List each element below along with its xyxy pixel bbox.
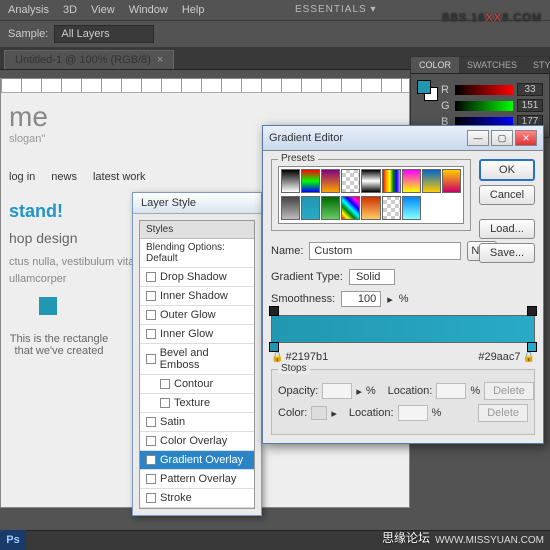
color-location-input [398,405,428,421]
lock-icon: 🔒 [523,352,535,363]
g-value[interactable]: 151 [517,99,543,112]
style-pattern-overlay[interactable]: Pattern Overlay [140,470,254,489]
document-tab[interactable]: Untitled-1 @ 100% (RGB/8)× [4,50,174,69]
menu-window[interactable]: Window [129,4,168,16]
load-button[interactable]: Load... [479,219,535,239]
r-value[interactable]: 33 [517,83,543,96]
opacity-input [322,383,352,399]
delete-color-button: Delete [478,404,528,422]
style-texture[interactable]: Texture [140,394,254,413]
menu-analysis[interactable]: Analysis [8,4,49,16]
stops-label: Stops [278,363,310,374]
ok-button[interactable]: OK [479,159,535,181]
opacity-stop-left[interactable] [269,306,279,316]
layer-style-dialog: Layer Style Styles Blending Options: Def… [132,192,262,516]
hex-left: 🔒#2197b1 [271,351,328,363]
gradient-bar[interactable] [271,315,535,343]
tab-swatches[interactable]: SWATCHES [459,57,525,73]
options-bar: Sample: All Layers [0,21,550,48]
type-select[interactable]: Solid [349,269,395,285]
delete-opacity-button: Delete [484,382,534,400]
style-stroke[interactable]: Stroke [140,489,254,508]
opacity-stop-right[interactable] [527,306,537,316]
gradient-title: Gradient Editor [269,132,343,144]
lock-icon: 🔒 [271,352,283,363]
g-slider[interactable] [455,101,513,111]
minimize-button[interactable]: — [467,130,489,146]
close-icon[interactable]: × [157,54,163,66]
style-inner-shadow[interactable]: Inner Shadow [140,287,254,306]
presets-label: Presets [278,153,318,164]
save-button[interactable]: Save... [479,243,535,263]
location-input [436,383,466,399]
style-satin[interactable]: Satin [140,413,254,432]
blending-options[interactable]: Blending Options: Default [140,239,254,268]
watermark-bottom-url: WWW.MISSYUAN.COM [435,535,544,546]
smoothness-input[interactable] [341,291,381,307]
menu-view[interactable]: View [91,4,115,16]
menu-3d[interactable]: 3D [63,4,77,16]
smoothness-label: Smoothness: [271,293,335,305]
style-bevel[interactable]: Bevel and Emboss [140,344,254,375]
styles-header[interactable]: Styles [140,221,254,239]
workspace-switcher[interactable]: ESSENTIALS ▾ [295,4,377,15]
sample-label: Sample: [8,28,48,40]
watermark-top: BBS.16XX8.COM [442,8,542,24]
tab-styles[interactable]: STYLES [525,57,550,73]
ruler-horizontal [1,79,409,93]
demo-rectangle [39,297,57,315]
name-input[interactable] [309,242,461,260]
name-label: Name: [271,245,303,257]
type-label: Gradient Type: [271,271,343,283]
maximize-button[interactable]: ▢ [491,130,513,146]
color-swatch [311,406,327,420]
style-gradient-overlay[interactable]: Gradient Overlay [140,451,254,470]
cancel-button[interactable]: Cancel [479,185,535,205]
style-inner-glow[interactable]: Inner Glow [140,325,254,344]
color-stop-left[interactable] [269,342,279,352]
tab-color[interactable]: COLOR [411,57,459,73]
sample-select[interactable]: All Layers [54,25,154,43]
callout-text: This is the rectangle that we've created [9,333,109,357]
ps-icon[interactable]: Ps [0,530,26,550]
style-outer-glow[interactable]: Outer Glow [140,306,254,325]
menu-help[interactable]: Help [182,4,205,16]
watermark-bottom: 思缘论坛 [382,529,430,546]
dialog-title: Layer Style [133,193,261,214]
style-contour[interactable]: Contour [140,375,254,394]
hex-right: #29aac7🔒 [478,351,535,363]
preset-grid[interactable] [278,166,464,224]
style-drop-shadow[interactable]: Drop Shadow [140,268,254,287]
close-button[interactable]: ✕ [515,130,537,146]
color-stop-right[interactable] [527,342,537,352]
r-slider[interactable] [455,85,513,95]
gradient-editor-dialog: Gradient Editor — ▢ ✕ OK Cancel Load... … [262,125,544,444]
style-color-overlay[interactable]: Color Overlay [140,432,254,451]
